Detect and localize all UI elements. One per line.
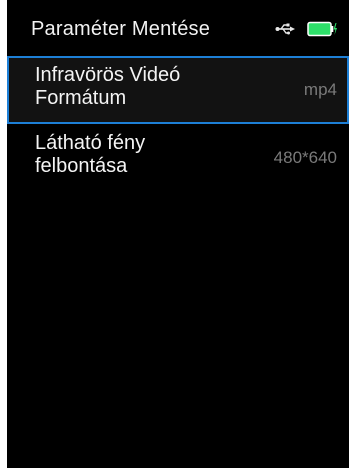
- settings-list: Infravörös Videó Formátum mp4 Látható fé…: [7, 56, 349, 192]
- status-bar: Paraméter Mentése: [7, 0, 349, 58]
- setting-value: 480*640: [273, 148, 337, 167]
- setting-label: Infravörös Videó Formátum: [35, 64, 181, 109]
- setting-row-visible-light-resolution[interactable]: Látható fény felbontása 480*640: [7, 124, 349, 192]
- usb-icon: [275, 23, 295, 35]
- screen-title: Paraméter Mentése: [31, 18, 211, 40]
- battery-charging-icon: [307, 21, 337, 37]
- device-screen: Paraméter Mentése Infravörös Videó Formá…: [7, 0, 349, 468]
- device-frame: Paraméter Mentése Infravörös Videó Formá…: [0, 0, 356, 472]
- setting-row-infrared-video-format[interactable]: Infravörös Videó Formátum mp4: [7, 56, 349, 124]
- setting-value: mp4: [303, 80, 337, 99]
- setting-label: Látható fény felbontása: [35, 132, 146, 177]
